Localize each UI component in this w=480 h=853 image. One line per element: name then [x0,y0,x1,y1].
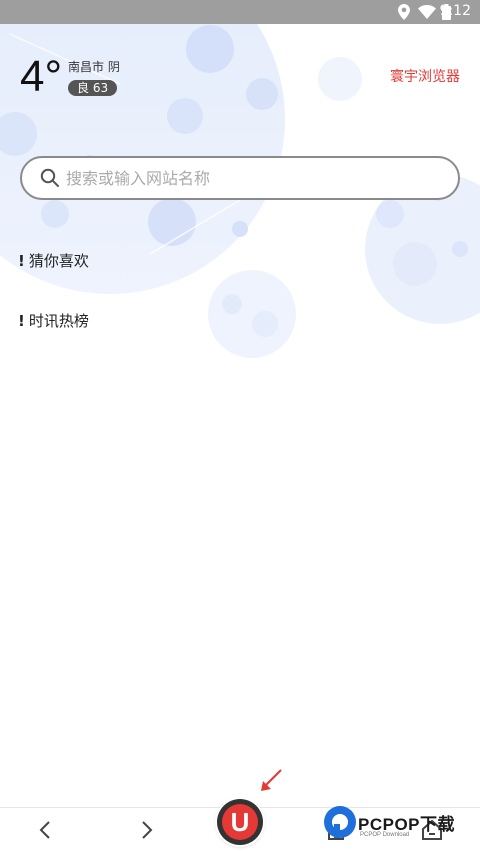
section-mark: ! [18,312,25,330]
forward-icon[interactable] [134,818,158,842]
u-logo-icon: U [222,804,258,840]
aqi-badge: 良 63 [68,80,118,96]
section-title: 时讯热榜 [28,312,89,330]
status-bar: 9:12 [0,0,480,24]
section-recommended: ! 猜你喜欢 [18,250,89,271]
brand-link[interactable]: 寰宇浏览器 [390,66,460,86]
location-icon [398,4,410,20]
search-bar[interactable] [20,156,460,200]
status-time: 9:12 [439,3,471,19]
search-input[interactable] [64,166,438,190]
center-u-button[interactable]: U [217,799,263,845]
wifi-icon [418,5,436,19]
back-icon[interactable] [34,818,58,842]
red-arrow-icon [261,769,282,791]
section-title: 猜你喜欢 [28,252,89,270]
search-icon [40,168,59,187]
section-hot-news: ! 时讯热榜 [18,310,89,331]
watermark-subtext: PCPOP Download [360,832,410,838]
temperature: 4° [20,52,63,101]
weather-widget[interactable]: 4° 南昌市 阴 良 63 [20,52,120,101]
section-mark: ! [18,252,25,270]
city-condition: 南昌市 阴 [68,60,120,74]
pcpop-logo-icon [324,806,356,838]
watermark: PCPOP下载 PCPOP Download [320,802,480,848]
